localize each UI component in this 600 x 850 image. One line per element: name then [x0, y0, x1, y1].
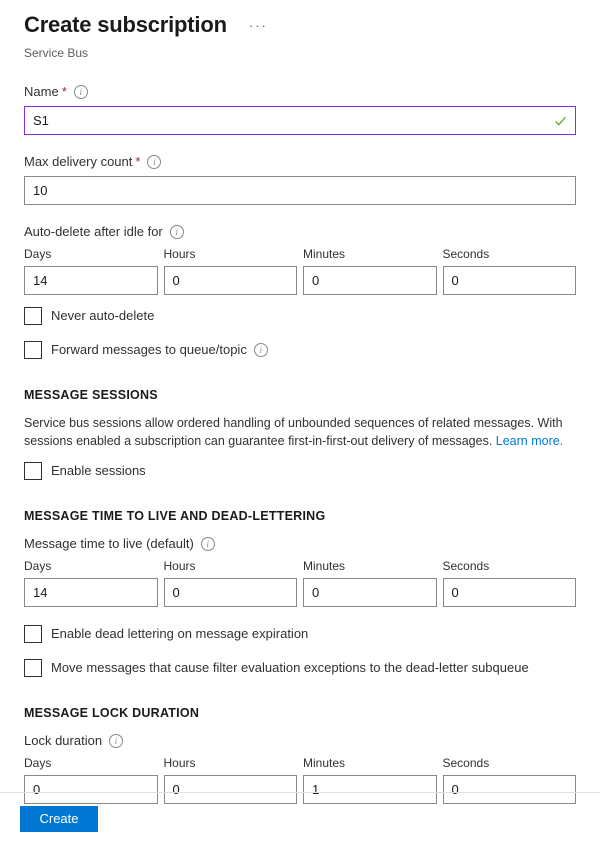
unit-label-minutes: Minutes	[303, 558, 437, 574]
info-icon[interactable]: i	[109, 734, 123, 748]
max-delivery-count-input-wrap	[24, 176, 576, 205]
unit-label-seconds: Seconds	[443, 558, 577, 574]
lock-duration-grid: Days Hours Minutes Seconds	[24, 755, 576, 804]
forward-messages-text: Forward messages to queue/topic	[51, 341, 247, 359]
ttl-duration-grid: Days Hours Minutes Seconds	[24, 558, 576, 607]
never-auto-delete-label[interactable]: Never auto-delete	[51, 307, 154, 325]
info-icon[interactable]: i	[74, 85, 88, 99]
ttl-hours-col: Hours	[164, 558, 298, 607]
unit-label-minutes: Minutes	[303, 246, 437, 262]
lock-hours-input[interactable]	[164, 775, 298, 804]
unit-label-hours: Hours	[164, 246, 298, 262]
unit-label-hours: Hours	[164, 755, 298, 771]
auto-delete-days-input[interactable]	[24, 266, 158, 295]
learn-more-link[interactable]: Learn more.	[496, 434, 563, 448]
name-input-wrap	[24, 106, 576, 135]
info-icon[interactable]: i	[147, 155, 161, 169]
ttl-minutes-col: Minutes	[303, 558, 437, 607]
lock-minutes-input[interactable]	[303, 775, 437, 804]
auto-delete-minutes-col: Minutes	[303, 246, 437, 295]
ttl-seconds-col: Seconds	[443, 558, 577, 607]
ttl-minutes-input[interactable]	[303, 578, 437, 607]
lock-seconds-col: Seconds	[443, 755, 577, 804]
move-filter-exceptions-row[interactable]: Move messages that cause filter evaluati…	[24, 659, 576, 677]
create-subscription-blade: Create subscription ··· Service Bus Name…	[0, 0, 600, 850]
lock-minutes-col: Minutes	[303, 755, 437, 804]
subscription-form: Name * i Max delivery count * i	[0, 83, 600, 804]
ttl-days-input[interactable]	[24, 578, 158, 607]
move-filter-exceptions-checkbox[interactable]	[24, 659, 42, 677]
name-label-row: Name * i	[24, 83, 576, 101]
never-auto-delete-checkbox[interactable]	[24, 307, 42, 325]
ttl-label-row: Message time to live (default) i	[24, 535, 576, 553]
max-delivery-count-label: Max delivery count	[24, 153, 132, 171]
ttl-label: Message time to live (default)	[24, 535, 194, 553]
lock-seconds-input[interactable]	[443, 775, 577, 804]
ttl-dead-lettering-heading: MESSAGE TIME TO LIVE AND DEAD-LETTERING	[24, 508, 576, 525]
max-delivery-count-label-row: Max delivery count * i	[24, 153, 576, 171]
auto-delete-minutes-input[interactable]	[303, 266, 437, 295]
auto-delete-label-row: Auto-delete after idle for i	[24, 223, 576, 241]
auto-delete-label: Auto-delete after idle for	[24, 223, 163, 241]
auto-delete-seconds-col: Seconds	[443, 246, 577, 295]
info-icon[interactable]: i	[170, 225, 184, 239]
title-row: Create subscription ···	[24, 10, 576, 43]
enable-sessions-checkbox[interactable]	[24, 462, 42, 480]
message-sessions-heading: MESSAGE SESSIONS	[24, 387, 576, 404]
more-options-icon[interactable]: ···	[249, 11, 268, 41]
unit-label-days: Days	[24, 558, 158, 574]
auto-delete-duration-grid: Days Hours Minutes Seconds	[24, 246, 576, 295]
enable-dead-lettering-checkbox[interactable]	[24, 625, 42, 643]
max-delivery-count-required-asterisk: *	[135, 153, 140, 171]
forward-messages-label[interactable]: Forward messages to queue/topic i	[51, 341, 268, 359]
enable-sessions-row[interactable]: Enable sessions	[24, 462, 576, 480]
ttl-days-col: Days	[24, 558, 158, 607]
lock-duration-heading: MESSAGE LOCK DURATION	[24, 705, 576, 722]
lock-duration-label: Lock duration	[24, 732, 102, 750]
ttl-seconds-input[interactable]	[443, 578, 577, 607]
move-filter-exceptions-label[interactable]: Move messages that cause filter evaluati…	[51, 659, 529, 677]
max-delivery-count-input[interactable]	[24, 176, 576, 205]
name-field-group: Name * i	[24, 83, 576, 135]
message-sessions-description: Service bus sessions allow ordered handl…	[24, 414, 576, 450]
unit-label-hours: Hours	[164, 558, 298, 574]
blade-header: Create subscription ··· Service Bus	[0, 0, 600, 61]
name-required-asterisk: *	[62, 83, 67, 101]
enable-dead-lettering-row[interactable]: Enable dead lettering on message expirat…	[24, 625, 576, 643]
auto-delete-days-col: Days	[24, 246, 158, 295]
footer-divider	[0, 792, 600, 793]
lock-days-col: Days	[24, 755, 158, 804]
create-button[interactable]: Create	[20, 806, 98, 832]
unit-label-seconds: Seconds	[443, 755, 577, 771]
message-sessions-description-text: Service bus sessions allow ordered handl…	[24, 416, 563, 448]
auto-delete-hours-input[interactable]	[164, 266, 298, 295]
info-icon[interactable]: i	[201, 537, 215, 551]
max-delivery-count-group: Max delivery count * i	[24, 153, 576, 205]
lock-hours-col: Hours	[164, 755, 298, 804]
never-auto-delete-row[interactable]: Never auto-delete	[24, 307, 576, 325]
forward-messages-row[interactable]: Forward messages to queue/topic i	[24, 341, 576, 359]
forward-messages-checkbox[interactable]	[24, 341, 42, 359]
auto-delete-hours-col: Hours	[164, 246, 298, 295]
lock-days-input[interactable]	[24, 775, 158, 804]
unit-label-minutes: Minutes	[303, 755, 437, 771]
blade-subtitle: Service Bus	[24, 45, 576, 61]
unit-label-days: Days	[24, 246, 158, 262]
unit-label-days: Days	[24, 755, 158, 771]
ttl-hours-input[interactable]	[164, 578, 298, 607]
name-label: Name	[24, 83, 59, 101]
enable-sessions-label[interactable]: Enable sessions	[51, 462, 146, 480]
page-title: Create subscription	[24, 10, 227, 40]
unit-label-seconds: Seconds	[443, 246, 577, 262]
auto-delete-group: Auto-delete after idle for i Days Hours …	[24, 223, 576, 359]
enable-dead-lettering-label[interactable]: Enable dead lettering on message expirat…	[51, 625, 308, 643]
lock-duration-label-row: Lock duration i	[24, 732, 576, 750]
info-icon[interactable]: i	[254, 343, 268, 357]
auto-delete-seconds-input[interactable]	[443, 266, 577, 295]
name-input[interactable]	[24, 106, 576, 135]
